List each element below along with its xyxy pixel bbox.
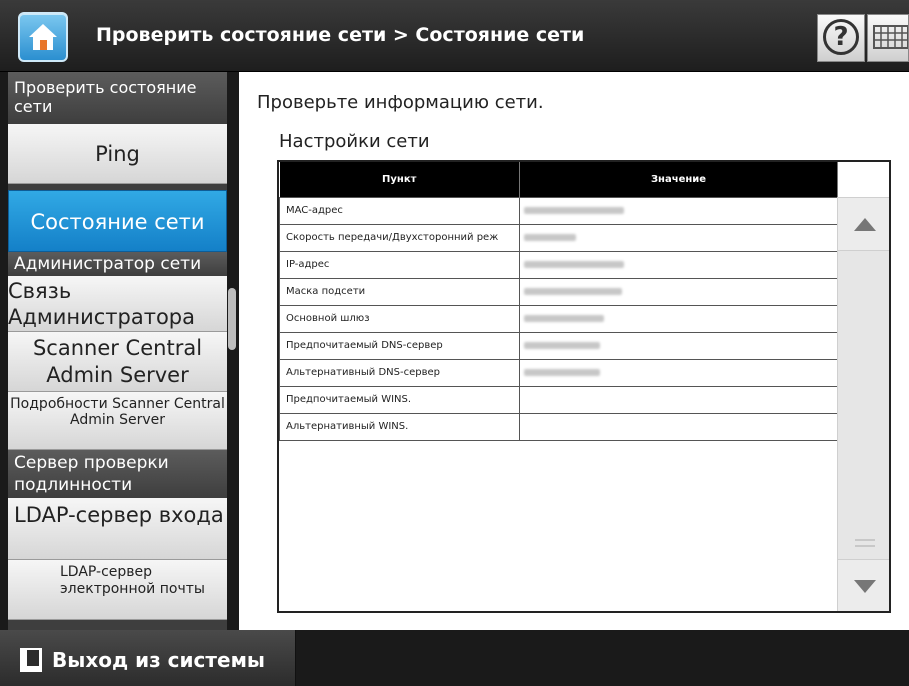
row-item-label: MAC-адрес	[279, 196, 520, 225]
sidebar-item-ping[interactable]: Ping	[8, 124, 227, 184]
row-value	[519, 331, 838, 360]
keyboard-icon	[873, 25, 908, 49]
sidebar-group-network-check: Проверить состояние сети	[8, 72, 227, 124]
row-value	[519, 223, 838, 252]
bottom-bar: Выход из системы	[0, 630, 909, 686]
arrow-down-icon	[854, 580, 876, 593]
sidebar-item-scas[interactable]: Scanner Central Admin Server	[8, 332, 227, 392]
row-value	[519, 358, 838, 387]
sidebar-item-admin-connection[interactable]: Связь Администратора	[8, 276, 227, 332]
sidebar: Проверить состояние сети Ping Состояние …	[8, 72, 227, 630]
help-icon: ?	[823, 19, 859, 55]
column-header-item: Пункт	[279, 162, 520, 197]
redacted-value	[524, 206, 624, 214]
row-value	[519, 277, 838, 306]
redacted-value	[524, 341, 600, 349]
row-item-label: Предпочитаемый WINS.	[279, 385, 520, 414]
logout-icon	[20, 648, 42, 672]
network-table: Пункт Значение MAC-адрес Скорость передач…	[279, 162, 838, 441]
sidebar-item-network-status[interactable]: Состояние сети	[8, 190, 227, 252]
keyboard-button[interactable]	[867, 14, 909, 62]
section-title: Настройки сети	[279, 131, 430, 152]
home-button[interactable]	[18, 12, 68, 62]
table-row: Альтернативный DNS-сервер	[279, 358, 838, 387]
row-item-label: Маска подсети	[279, 277, 520, 306]
sidebar-scrollbar[interactable]	[228, 288, 236, 350]
table-header-row: Пункт Значение	[279, 162, 838, 197]
table-row: Альтернативный WINS.	[279, 412, 838, 441]
sidebar-item-ldap-mail[interactable]: LDAP-сервер электронной почты	[8, 560, 227, 620]
table-row: Маска подсети	[279, 277, 838, 306]
row-value	[519, 250, 838, 279]
row-item-label: Скорость передачи/Двухсторонний реж	[279, 223, 520, 252]
table-row: IP-адрес	[279, 250, 838, 279]
help-button[interactable]: ?	[817, 14, 865, 62]
grip-icon	[855, 539, 875, 547]
table-row: Предпочитаемый DNS-сервер	[279, 331, 838, 360]
logout-label: Выход из системы	[52, 648, 265, 672]
sidebar-item-scas-details[interactable]: Подробности Scanner Central Admin Server	[8, 392, 227, 450]
sidebar-group-auth-server: Сервер проверки подлинности	[8, 450, 227, 498]
table-row: Основной шлюз	[279, 304, 838, 333]
redacted-value	[524, 287, 622, 295]
redacted-value	[524, 314, 604, 322]
row-value	[519, 196, 838, 225]
row-value	[519, 304, 838, 333]
scroll-up-button[interactable]	[837, 197, 889, 251]
scroll-track[interactable]	[837, 251, 889, 559]
page-title: Проверить состояние сети > Состояние сет…	[96, 24, 585, 46]
sidebar-group-network-admin: Администратор сети	[8, 252, 227, 276]
row-value	[519, 412, 838, 441]
home-icon	[29, 24, 57, 50]
table-row: Предпочитаемый WINS.	[279, 385, 838, 414]
redacted-value	[524, 233, 576, 241]
intro-text: Проверьте информацию сети.	[257, 92, 544, 113]
logout-button[interactable]: Выход из системы	[0, 630, 296, 686]
sidebar-item-ldap-login[interactable]: LDAP-сервер входа	[8, 498, 227, 560]
row-item-label: IP-адрес	[279, 250, 520, 279]
table-scrollbar[interactable]	[837, 197, 889, 611]
table-row: MAC-адрес	[279, 196, 838, 225]
redacted-value	[524, 368, 600, 376]
row-item-label: Основной шлюз	[279, 304, 520, 333]
scroll-down-button[interactable]	[837, 559, 889, 611]
top-bar: Проверить состояние сети > Состояние сет…	[0, 0, 909, 72]
main-panel: Проверьте информацию сети. Настройки сет…	[239, 72, 909, 630]
redacted-value	[524, 260, 624, 268]
row-item-label: Альтернативный WINS.	[279, 412, 520, 441]
row-item-label: Альтернативный DNS-сервер	[279, 358, 520, 387]
network-settings-table: Пункт Значение MAC-адрес Скорость передач…	[277, 160, 891, 613]
table-row: Скорость передачи/Двухсторонний реж	[279, 223, 838, 252]
arrow-up-icon	[854, 218, 876, 231]
row-value	[519, 385, 838, 414]
row-item-label: Предпочитаемый DNS-сервер	[279, 331, 520, 360]
column-header-value: Значение	[519, 162, 838, 197]
